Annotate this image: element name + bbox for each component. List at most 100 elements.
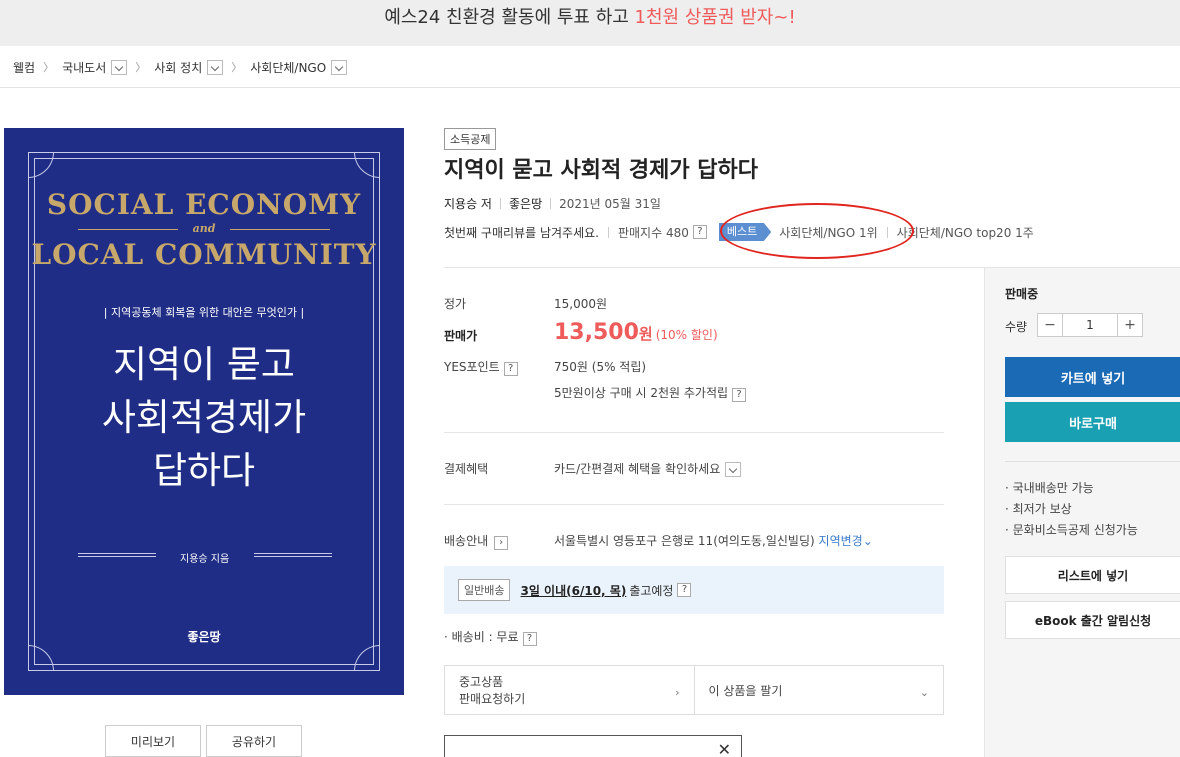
rank-link-1[interactable]: 사회단체/NGO 1위 (779, 224, 877, 241)
ebook-alert-button[interactable]: eBook 출간 알림신청 (1005, 601, 1180, 639)
buy-now-button[interactable]: 바로구매 (1005, 402, 1180, 442)
rank-link-2[interactable]: 사회단체/NGO top20 1주 (897, 224, 1034, 241)
used-goods-bar: 중고상품 판매요청하기 › 이 상품을 팔기 ⌄ (444, 665, 944, 715)
point-label-text: YES포인트 (444, 360, 500, 374)
used-sale-request-button[interactable]: 중고상품 판매요청하기 › (445, 666, 694, 714)
cover-subtitle: | 지역공동체 회복을 위한 대안은 무엇인가 | (103, 306, 305, 319)
cover-english-title-1: SOCIAL ECONOMY (46, 188, 362, 221)
divider (444, 432, 944, 433)
promo-banner-highlight: 1천원 상품권 받자~! (634, 7, 796, 28)
point-value: 750원 (5% 적립) (554, 360, 647, 374)
chevron-right-icon: › (675, 686, 680, 699)
quantity-input[interactable]: 1 (1062, 314, 1118, 336)
review-prompt-link[interactable]: 첫번째 구매리뷰를 남겨주세요. (444, 224, 599, 241)
quantity-stepper: − 1 + (1037, 313, 1143, 337)
close-icon[interactable]: ✕ (718, 740, 731, 757)
sell-this-item-dropdown[interactable]: 이 상품을 팔기 ⌄ (693, 666, 944, 714)
used-request-line2: 판매요청하기 (459, 692, 526, 706)
popup-layer: ✕ (444, 735, 742, 757)
divider (499, 198, 501, 209)
delivery-eta: 3일 이내(6/10, 목) (520, 583, 627, 598)
product-title: 지역이 묻고 사회적 경제가 답하다 (444, 158, 758, 183)
breadcrumb-item-social-politics[interactable]: 사회 정치 〉 (154, 59, 250, 76)
help-icon[interactable]: ? (732, 388, 747, 402)
change-region-link[interactable]: 지역변경⌄ (819, 534, 873, 548)
chevron-right-icon: 〉 (43, 61, 55, 74)
list-price-row: 정가 15,000원 (444, 295, 607, 312)
delivery-type-chip: 일반배송 (458, 579, 511, 601)
list-price-value: 15,000원 (554, 297, 608, 311)
dropdown-icon[interactable] (111, 59, 128, 75)
best-badge: 베스트 (718, 223, 772, 241)
sale-price: 13,500원 (10% 할인) (554, 320, 718, 345)
breadcrumb-item-domestic[interactable]: 국내도서 〉 (62, 59, 154, 76)
delivery-eta-suffix: 출고예정 (629, 583, 674, 598)
quantity-increase-button[interactable]: + (1118, 314, 1142, 336)
quantity-label: 수량 (1005, 320, 1028, 334)
shipping-fee: · 배송비 : 무료 (444, 630, 519, 644)
shipping-address: 서울특별시 영등포구 은행로 11(여의도동,일신빌딩) (554, 534, 815, 548)
extra-point-row: 5만원이상 구매 시 2천원 추가적립? (554, 384, 747, 402)
payment-row: 결제혜택 카드/간편결제 혜택을 확인하세요 (444, 460, 742, 477)
chevron-right-icon: 〉 (231, 61, 243, 74)
breadcrumb: 웰컴 〉 국내도서 〉 사회 정치 〉 사회단체/NGO (0, 47, 1180, 88)
cover-korean-title: 지역이 묻고 사회적경제가 답하다 (4, 338, 404, 497)
divider (550, 198, 552, 209)
shipping-fee-row: · 배송비 : 무료? (444, 628, 537, 646)
promo-banner[interactable]: 예스24 친환경 활동에 투표 하고 1천원 상품권 받자~! (0, 0, 1180, 46)
payment-value[interactable]: 카드/간편결제 혜택을 확인하세요 (554, 462, 720, 476)
shipping-row: 배송안내 › 서울특별시 영등포구 은행로 11(여의도동,일신빌딩) 지역변경⌄ (444, 532, 873, 550)
discount-rate: (10% 할인) (655, 328, 718, 342)
point-row: YES포인트? 750원 (5% 적립) (444, 358, 646, 376)
add-to-wishlist-button[interactable]: 리스트에 넣기 (1005, 556, 1180, 594)
preview-button[interactable]: 미리보기 (105, 725, 201, 757)
help-icon[interactable]: ? (677, 583, 692, 597)
help-icon[interactable]: ? (503, 362, 518, 376)
cover-english-and: and (192, 222, 216, 235)
breadcrumb-item-ngo[interactable]: 사회단체/NGO (250, 59, 348, 76)
sell-this-item-label: 이 상품을 팔기 (708, 683, 783, 698)
product-meta: 지용승 저 좋은땅 2021년 05월 31일 (444, 195, 661, 212)
divider (886, 226, 888, 238)
author-link[interactable]: 지용승 저 (444, 195, 492, 212)
breadcrumb-item-home[interactable]: 웰컴 〉 (13, 59, 62, 76)
change-region-label: 지역변경 (818, 534, 863, 548)
chevron-down-icon: ⌄ (919, 686, 929, 699)
dropdown-icon[interactable] (207, 59, 224, 75)
sales-index: 판매지수 480 (617, 225, 689, 240)
cover-double-rule (78, 553, 156, 557)
cover-double-rule (254, 553, 332, 557)
shipping-label-text: 배송안내 (444, 534, 489, 548)
cover-title-line: 사회적경제가 (101, 396, 307, 439)
chevron-right-icon: 〉 (135, 61, 147, 74)
divider (1005, 461, 1180, 462)
share-button[interactable]: 공유하기 (206, 725, 302, 757)
payment-label: 결제혜택 (444, 462, 489, 476)
cover-author: 지용승 지음 (180, 554, 230, 565)
info-lowest-price: · 최저가 보상 (1005, 502, 1072, 516)
divider (444, 504, 944, 505)
breadcrumb-label: 사회 정치 (154, 60, 203, 75)
promo-banner-text: 예스24 친환경 활동에 투표 하고 (384, 7, 635, 28)
dropdown-icon[interactable] (725, 462, 742, 477)
publisher-link[interactable]: 좋은땅 (509, 195, 542, 212)
cover-title-line: 지역이 묻고 (113, 343, 295, 386)
cover-title-line: 답하다 (152, 449, 256, 492)
dropdown-icon[interactable] (331, 59, 348, 75)
quantity-decrease-button[interactable]: − (1038, 314, 1062, 336)
extra-point-text: 5만원이상 구매 시 2천원 추가적립 (554, 386, 729, 400)
product-stats: 첫번째 구매리뷰를 남겨주세요. 판매지수 480? 베스트 사회단체/NGO … (444, 223, 1034, 241)
info-domestic-only: · 국내배송만 가능 (1005, 481, 1094, 495)
cover-publisher-logo: 좋은땅 (187, 630, 221, 644)
sale-price-label: 판매가 (444, 329, 478, 343)
add-to-cart-button[interactable]: 카트에 넣기 (1005, 357, 1180, 397)
help-icon[interactable]: ? (522, 632, 537, 646)
book-cover-image[interactable]: SOCIAL ECONOMY and LOCAL COMMUNITY | 지역공… (4, 128, 404, 695)
sale-price-value: 13,500 (554, 320, 639, 345)
sale-status: 판매중 (1005, 287, 1039, 301)
breadcrumb-label: 웰컴 (13, 60, 36, 75)
sale-price-unit: 원 (638, 325, 653, 343)
chevron-right-icon[interactable]: › (494, 536, 509, 550)
help-icon[interactable]: ? (692, 225, 707, 239)
cover-english-title-2: LOCAL COMMUNITY (31, 238, 377, 271)
